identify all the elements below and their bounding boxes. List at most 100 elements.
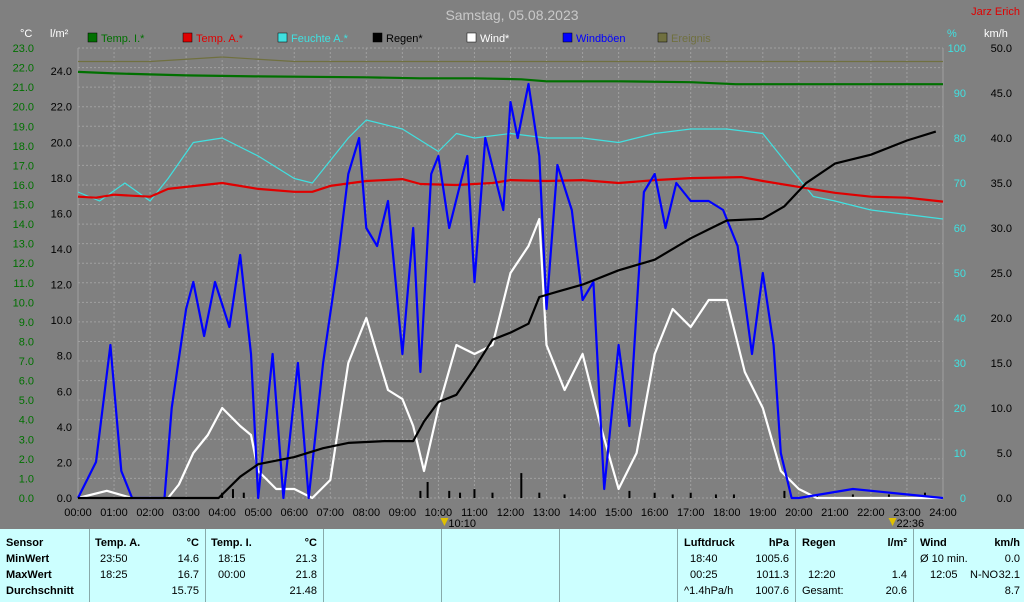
rain-bar [491,492,494,498]
legend: Temp. I.* Temp. A.* Feuchte A.* Regen* Wind*… [87,32,711,45]
pressure-column: Luftdruck hPa 18:40 00:25 ^1.4hPa/h 1005… [678,529,796,602]
weather-chart: Samstag, 05.08.2023 Jarz Erich °C l/m² %… [13,6,1020,529]
wind-header: Wind [920,537,947,549]
rain-bar [653,492,656,498]
y-tick-c: 15.0 [13,200,34,212]
time-marker-arrow [888,518,897,526]
rain-bar [473,489,476,498]
temp-i-max-value: 21.8 [295,569,317,581]
y-tick-rain: 4.0 [57,422,72,434]
x-tick: 13:00 [533,507,561,519]
pressure-header: Luftdruck [684,537,735,549]
temp-i-min-value: 21.3 [295,553,317,565]
temp-i-max-time: 00:00 [218,569,246,581]
rain-bar [426,481,429,498]
empty-column-1 [324,529,442,602]
pressure-min-value: 1005.6 [755,553,789,565]
rain-bar [459,492,462,498]
x-tick: 01:00 [100,507,128,519]
wind-unit: km/h [994,537,1020,549]
legend-swatch [562,32,573,43]
x-tick: 07:00 [317,507,345,519]
legend-label: Temp. A.* [196,33,244,45]
y-tick-rain: 8.0 [57,351,72,363]
y-tick-rain: 18.0 [51,173,72,185]
y-tick-pct: 90 [954,88,966,100]
right-axis-pct-label: % [947,28,957,40]
y-tick-c: 21.0 [13,82,34,94]
empty-column-3 [560,529,678,602]
wind-day-avg-value: 8.7 [1004,585,1020,597]
y-tick-c: 11.0 [13,278,34,290]
wind-max-time: 12:05 [930,569,958,581]
temp-a-min-value: 14.6 [177,553,199,565]
x-tick: 17:00 [677,507,705,519]
y-tick-c: 20.0 [13,102,34,114]
y-tick-kmh: 50.0 [991,43,1012,55]
author-label: Jarz Erich [971,6,1020,18]
legend-label: Feuchte A.* [291,33,349,45]
y-tick-pct: 40 [954,313,966,325]
empty-column-2 [442,529,560,602]
rain-max-time: 12:20 [808,569,836,581]
pressure-max-value: 1011.3 [756,569,789,581]
y-tick-c: 3.0 [19,434,34,446]
wind-avg-label: Ø 10 min. [920,553,968,565]
y-tick-rain: 10.0 [51,315,72,327]
y-tick-c: 18.0 [13,141,34,153]
y-tick-rain: 0.0 [57,493,72,505]
legend-label: Windböen [576,33,626,45]
pressure-unit: hPa [768,537,789,549]
wind-max-direction: N-NO [970,569,999,581]
legend-swatch [277,32,288,43]
y-tick-kmh: 0.0 [997,493,1012,505]
wind-column: Wind km/h Ø 10 min. 12:05 N-NO 0.0 32.1 … [914,529,1024,602]
y-tick-kmh: 25.0 [991,268,1012,280]
y-tick-pct: 0 [960,493,966,505]
x-tick: 20:00 [785,507,813,519]
y-tick-rain: 6.0 [57,386,72,398]
pressure-max-time: 00:25 [690,569,718,581]
legend-swatch [657,32,668,43]
y-tick-c: 5.0 [19,395,34,407]
y-tick-pct: 80 [954,133,966,145]
temp-i-unit: °C [304,537,317,549]
y-tick-pct: 50 [954,268,966,280]
y-tick-rain: 12.0 [51,280,72,292]
x-tick: 18:00 [713,507,741,519]
x-tick: 06:00 [280,507,308,519]
legend-swatch [372,32,383,43]
rain-bar [419,490,422,498]
y-tick-c: 9.0 [19,317,34,329]
x-tick: 02:00 [136,507,164,519]
time-marker-label: 22:36 [897,518,925,529]
y-tick-kmh: 35.0 [991,178,1012,190]
x-tick: 15:00 [605,507,633,519]
rain-bar [231,489,234,498]
y-tick-c: 10.0 [13,297,34,309]
y-tick-c: 19.0 [13,121,34,133]
temp-a-avg-value: 15.75 [171,585,199,597]
rain-bar [563,494,566,498]
legend-label: Regen* [386,33,423,45]
temp-i-avg-value: 21.48 [289,585,317,597]
rain-unit: l/m² [887,537,907,549]
y-tick-c: 6.0 [19,376,34,388]
x-tick: 22:00 [857,507,885,519]
x-tick: 04:00 [208,507,236,519]
temp-a-min-time: 23:50 [100,553,128,565]
legend-swatch [182,32,193,43]
legend-label: Ereignis [671,33,711,45]
y-tick-c: 7.0 [19,356,34,368]
rain-bar [714,494,717,498]
rain-column: Regen l/m² 12:20 Gesamt: 1.4 20.6 [796,529,914,602]
temp-i-min-time: 18:15 [218,553,246,565]
pressure-avg-value: 1007.6 [755,585,789,597]
row-label-max: MaxWert [6,569,52,581]
y-tick-c: 0.0 [19,493,34,505]
y-tick-c: 12.0 [13,258,34,270]
legend-label: Temp. I.* [101,33,145,45]
y-tick-rain: 20.0 [51,137,72,149]
y-tick-c: 17.0 [13,160,34,172]
x-tick: 24:00 [929,507,957,519]
